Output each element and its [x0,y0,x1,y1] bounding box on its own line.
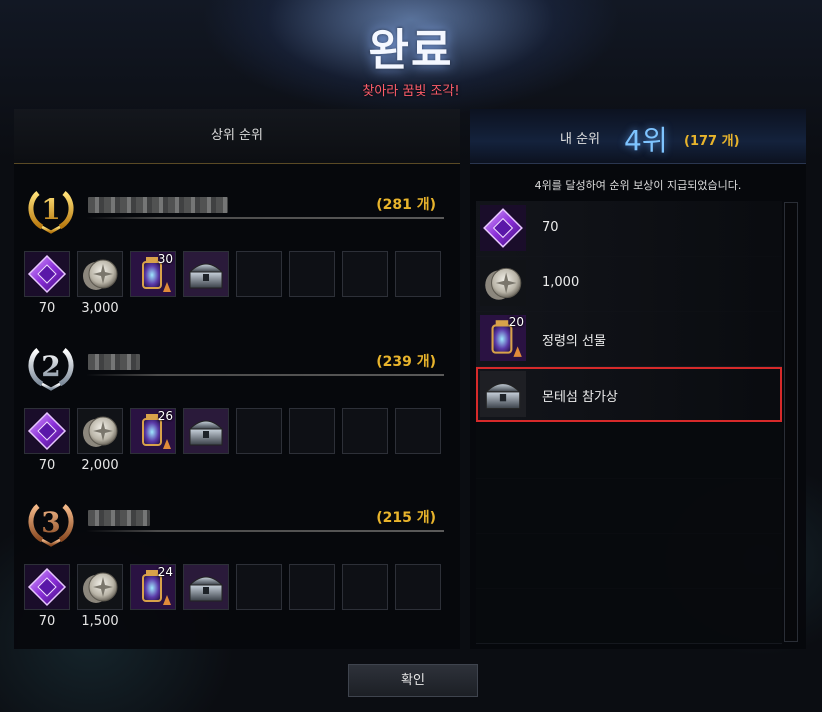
reward-icon-frame: 20 [480,315,526,361]
reward-slot-chest[interactable] [183,564,229,610]
my-rank-label: 내 순위 [560,132,601,147]
player-name-blurred [88,354,140,370]
reward-slot-empty [289,564,335,610]
empty-list-row [476,423,782,479]
purple-crystal-icon [480,205,526,251]
reward-value: 1,500 [81,614,119,629]
reward-list-item[interactable]: 20 정령의 선물 [476,311,782,367]
reward-label: 70 [542,220,559,235]
purple-crystal-icon [25,409,69,453]
reward-value: 3,000 [81,301,119,316]
purple-crystal-icon [25,565,69,609]
purple-crystal-icon [25,252,69,296]
divider [86,374,444,376]
item-count-badge: 30 [157,252,173,266]
event-subtitle: 찾아라 꿈빛 조각! [362,84,460,99]
reward-value: 70 [38,301,56,316]
treasure-chest-icon [480,371,526,417]
item-count-badge: 20 [508,315,524,329]
reward-label: 정령의 선물 [542,334,606,349]
reward-slot-chest[interactable] [183,251,229,297]
reward-slot-empty [342,251,388,297]
treasure-chest-icon [184,252,228,296]
top-rankings-title: 상위 순위 [14,109,460,164]
reward-slot-crystal[interactable] [24,251,70,297]
reward-list-item-selected[interactable]: 몬테섬 참가상 [476,367,782,422]
reward-slot-empty [342,564,388,610]
silver-coin-icon [78,565,122,609]
my-rank-header: 내 순위 4위 (177 개) [470,109,806,164]
reward-slot-empty [236,408,282,454]
reward-slot-empty [342,408,388,454]
silver-coin-icon [78,409,122,453]
reward-slot-empty [395,408,441,454]
bronze-laurel-medal-icon: 3 [28,504,74,547]
reward-slot-coin[interactable] [77,251,123,297]
reward-value: 70 [38,458,56,473]
player-name-blurred [88,510,150,526]
reward-slot-crystal[interactable] [24,408,70,454]
silver-coin-icon [78,252,122,296]
reward-value: 70 [38,614,56,629]
reward-slot-empty [289,251,335,297]
rank-entry-1: 1 (281 개) 70 3,000 30 [14,187,460,337]
reward-slot-lantern[interactable]: 24 [130,564,176,610]
reward-slot-empty [236,564,282,610]
reward-list-item[interactable]: 1,000 [476,256,782,312]
reward-slot-coin[interactable] [77,408,123,454]
reward-slots: 70 1,500 24 [24,564,454,644]
reward-slots: 70 3,000 30 [24,251,454,331]
svg-text:1: 1 [41,193,60,226]
svg-text:3: 3 [41,506,60,539]
empty-list-row [476,533,782,589]
divider [86,217,444,219]
reward-list-item[interactable]: 70 [476,201,782,257]
divider [86,530,444,532]
my-rank-panel: 내 순위 4위 (177 개) 4위를 달성하여 순위 보상이 지급되었습니다.… [470,109,806,649]
reward-icon-frame [480,371,526,417]
empty-list-row [476,588,782,644]
reward-icon-frame [480,205,526,251]
my-reward-list: 70 1,000 20 정령의 선물 몬테섬 참가상 [476,201,782,644]
reward-label: 몬테섬 참가상 [542,390,618,405]
reward-value: 2,000 [81,458,119,473]
reward-slot-empty [289,408,335,454]
rank-score: (215 개) [376,510,436,526]
reward-list-scrollbar[interactable] [784,202,798,642]
my-rank-value: 4위 [624,124,668,157]
page-title: 완료 [368,25,454,76]
reward-slot-lantern[interactable]: 26 [130,408,176,454]
reward-slot-empty [236,251,282,297]
silver-coin-icon [480,260,526,306]
reward-slot-coin[interactable] [77,564,123,610]
reward-slot-crystal[interactable] [24,564,70,610]
rank-entry-3: 3 (215 개) 70 1,500 24 [14,500,460,650]
reward-slots: 70 2,000 26 [24,408,454,488]
reward-icon-frame [480,260,526,306]
svg-text:2: 2 [41,350,60,383]
empty-list-row [476,478,782,534]
reward-slot-empty [395,564,441,610]
item-count-badge: 24 [157,565,173,579]
reward-label: 1,000 [542,275,580,290]
rank-score: (281 개) [376,197,436,213]
treasure-chest-icon [184,565,228,609]
reward-slot-lantern[interactable]: 30 [130,251,176,297]
player-name-blurred [88,197,228,213]
top-rankings-panel: 상위 순위 1 (281 개) 70 3,000 30 2 (239 개) 70… [14,109,460,649]
treasure-chest-icon [184,409,228,453]
item-count-badge: 26 [157,409,173,423]
reward-notice: 4위를 달성하여 순위 보상이 지급되었습니다. [534,179,742,192]
my-rank-count: (177 개) [684,134,740,149]
confirm-button[interactable]: 확인 [348,664,478,697]
reward-slot-chest[interactable] [183,408,229,454]
gold-laurel-medal-icon: 1 [28,191,74,234]
reward-slot-empty [395,251,441,297]
silver-laurel-medal-icon: 2 [28,348,74,391]
rank-score: (239 개) [376,354,436,370]
rank-entry-2: 2 (239 개) 70 2,000 26 [14,344,460,494]
